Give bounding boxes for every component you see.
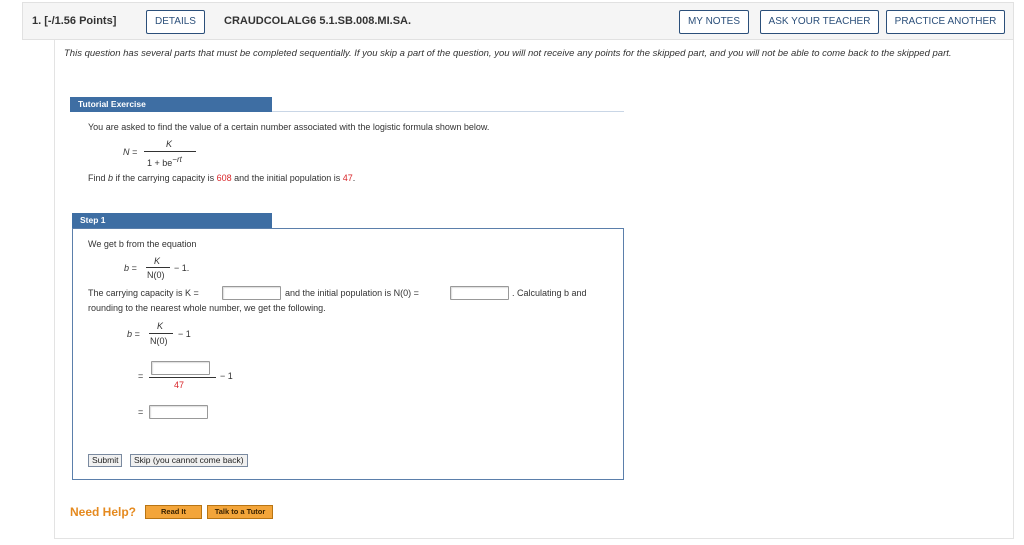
eq-lhs: b = — [124, 263, 137, 273]
eq-tail: − 1. — [174, 263, 190, 273]
sequential-notice: This question has several parts that mus… — [64, 48, 952, 59]
find-middle-2: and the initial population is — [234, 173, 341, 183]
read-it-button[interactable]: Read It — [145, 505, 202, 519]
capacity-sentence-d: rounding to the nearest whole number, we… — [88, 303, 326, 313]
work-numerator: K — [157, 321, 164, 331]
capacity-sentence-c: . Calculating b and — [512, 288, 587, 298]
points-label: [-/1.56 Points] — [44, 15, 117, 27]
numerator-input[interactable] — [151, 361, 210, 375]
work2-fraction-bar — [149, 377, 216, 378]
question-id: CRAUDCOLALG6 5.1.SB.008.MI.SA. — [224, 15, 412, 27]
question-points: 1. [-/1.56 Points] — [32, 15, 116, 27]
capacity-value: 608 — [216, 173, 232, 183]
step1-line1: We get b from the equation — [88, 239, 197, 249]
find-variable: b — [108, 173, 114, 183]
denominator-value: 47 — [174, 380, 185, 390]
work-tail: − 1 — [178, 329, 191, 339]
talk-to-tutor-button[interactable]: Talk to a Tutor — [207, 505, 273, 519]
formula-lhs: N = — [123, 147, 138, 157]
skip-button[interactable]: Skip (you cannot come back) — [130, 454, 248, 467]
b-answer-input[interactable] — [149, 405, 208, 419]
question-number: 1. — [32, 15, 42, 27]
tutorial-exercise-heading: Tutorial Exercise — [70, 97, 272, 112]
ask-teacher-button[interactable]: ASK YOUR TEACHER — [760, 10, 879, 34]
tutorial-intro: You are asked to find the value of a cer… — [88, 122, 490, 132]
find-sentence: Find b if the carrying capacity is 608 a… — [88, 173, 355, 183]
practice-another-button[interactable]: PRACTICE ANOTHER — [886, 10, 1005, 34]
minus-one: − 1 — [220, 371, 233, 381]
formula-exponent: −rt — [172, 155, 182, 164]
capacity-sentence-b: and the initial population is N(0) = — [285, 288, 419, 298]
need-help-label: Need Help? — [70, 505, 137, 519]
my-notes-button[interactable]: MY NOTES — [679, 10, 749, 34]
tutorial-rule — [272, 111, 624, 112]
find-end: . — [352, 173, 356, 183]
submit-button[interactable]: Submit — [88, 454, 123, 467]
initial-population-value: 47 — [342, 173, 353, 183]
capacity-input[interactable] — [222, 286, 281, 300]
question-header: 1. [-/1.56 Points] DETAILS CRAUDCOLALG6 … — [22, 2, 1014, 40]
eq-numerator: K — [154, 256, 161, 266]
work-lhs: b = — [127, 329, 140, 339]
formula-fraction-bar — [144, 151, 196, 152]
eq-fraction-bar — [146, 267, 170, 268]
initial-population-input[interactable] — [450, 286, 509, 300]
work-denominator: N(0) — [150, 336, 168, 346]
formula-denominator: 1 + be−rt — [147, 155, 182, 168]
find-middle: if the carrying capacity is — [115, 173, 215, 183]
equals-sign-2: = — [138, 407, 144, 417]
formula-numerator: K — [166, 139, 173, 149]
capacity-sentence-a: The carrying capacity is K = — [88, 288, 199, 298]
formula-denominator-base: 1 + be — [147, 158, 173, 168]
find-prefix: Find — [88, 173, 106, 183]
work-fraction-bar — [149, 333, 173, 334]
equals-sign-1: = — [138, 371, 144, 381]
details-button[interactable]: DETAILS — [146, 10, 205, 34]
eq-denominator: N(0) — [147, 270, 165, 280]
step1-heading: Step 1 — [72, 213, 272, 228]
